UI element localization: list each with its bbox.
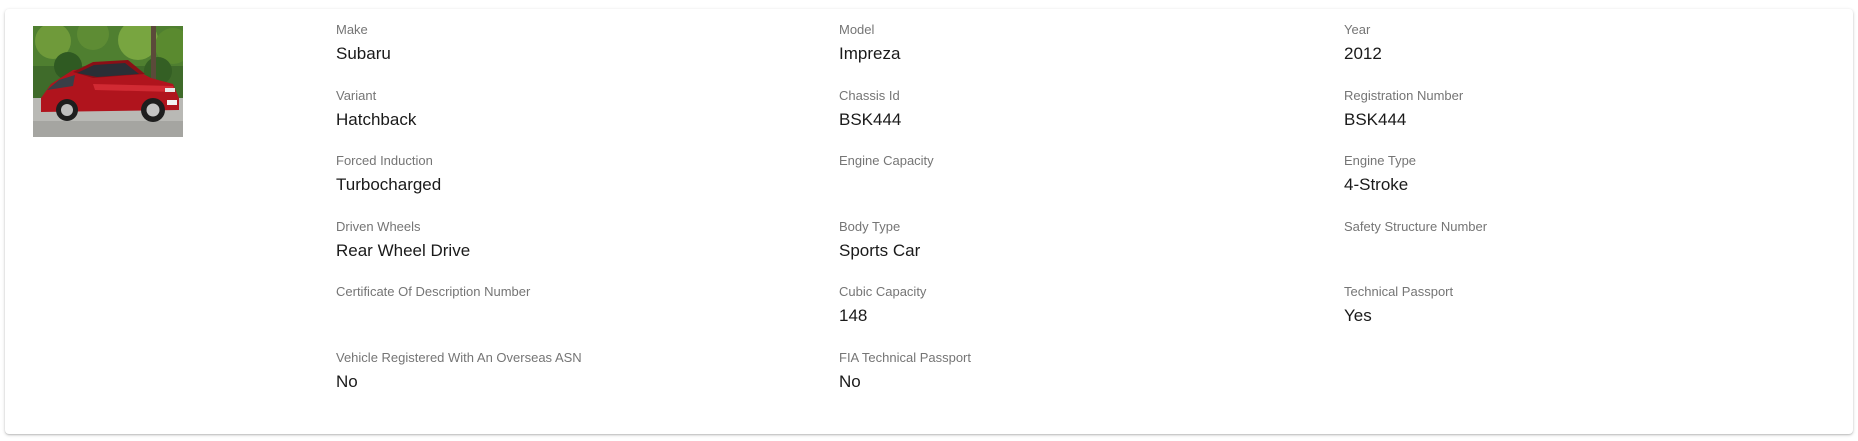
field-make: Make Subaru xyxy=(336,22,816,82)
field-value: Turbocharged xyxy=(336,175,442,194)
field-label: Body Type xyxy=(839,219,901,234)
field-label: Cubic Capacity xyxy=(839,284,927,299)
field-label: Engine Capacity xyxy=(839,153,934,168)
field-label: Technical Passport xyxy=(1344,284,1454,299)
field-label: Certificate Of Description Number xyxy=(336,284,531,299)
field-fia-technical-passport: FIA Technical Passport No xyxy=(839,350,1319,410)
field-value: Rear Wheel Drive xyxy=(336,241,471,260)
field-value: BSK444 xyxy=(1344,110,1407,129)
field-label: FIA Technical Passport xyxy=(839,350,971,365)
field-label: Model xyxy=(839,22,875,37)
vehicle-details-card: Make Subaru Model Impreza Year 2012 Vari… xyxy=(5,9,1853,434)
field-value: 2012 xyxy=(1344,44,1382,63)
field-value: Subaru xyxy=(336,44,391,63)
field-value: No xyxy=(336,372,358,391)
field-forced-induction: Forced Induction Turbocharged xyxy=(336,153,816,213)
vehicle-photo xyxy=(33,26,183,137)
field-label: Year xyxy=(1344,22,1371,37)
field-value: Hatchback xyxy=(336,110,417,129)
field-model: Model Impreza xyxy=(839,22,1319,82)
field-variant: Variant Hatchback xyxy=(336,88,816,148)
field-engine-capacity: Engine Capacity xyxy=(839,153,1319,213)
field-value: Sports Car xyxy=(839,241,921,260)
field-engine-type: Engine Type 4-Stroke xyxy=(1344,153,1824,213)
car-photo-icon xyxy=(33,26,183,137)
vehicle-fields-grid: Make Subaru Model Impreza Year 2012 Vari… xyxy=(336,9,1846,434)
field-value: Impreza xyxy=(839,44,901,63)
field-label: Chassis Id xyxy=(839,88,900,103)
field-body-type: Body Type Sports Car xyxy=(839,219,1319,279)
field-label: Variant xyxy=(336,88,377,103)
field-label: Engine Type xyxy=(1344,153,1417,168)
field-driven-wheels: Driven Wheels Rear Wheel Drive xyxy=(336,219,816,279)
field-label: Registration Number xyxy=(1344,88,1464,103)
field-label: Make xyxy=(336,22,368,37)
field-chassis-id: Chassis Id BSK444 xyxy=(839,88,1319,148)
field-label: Forced Induction xyxy=(336,153,433,168)
field-registration-number: Registration Number BSK444 xyxy=(1344,88,1824,148)
field-label: Vehicle Registered With An Overseas ASN xyxy=(336,350,582,365)
field-vehicle-registered-overseas-asn: Vehicle Registered With An Overseas ASN … xyxy=(336,350,816,410)
field-certificate-of-description-number: Certificate Of Description Number xyxy=(336,284,816,344)
field-value: 4-Stroke xyxy=(1344,175,1409,194)
field-value: Yes xyxy=(1344,306,1372,325)
field-label: Safety Structure Number xyxy=(1344,219,1488,234)
field-technical-passport: Technical Passport Yes xyxy=(1344,284,1824,344)
field-value: 148 xyxy=(839,306,868,325)
field-safety-structure-number: Safety Structure Number xyxy=(1344,219,1824,279)
field-year: Year 2012 xyxy=(1344,22,1824,82)
field-value: BSK444 xyxy=(839,110,902,129)
field-label: Driven Wheels xyxy=(336,219,421,234)
field-cubic-capacity: Cubic Capacity 148 xyxy=(839,284,1319,344)
field-value: No xyxy=(839,372,861,391)
